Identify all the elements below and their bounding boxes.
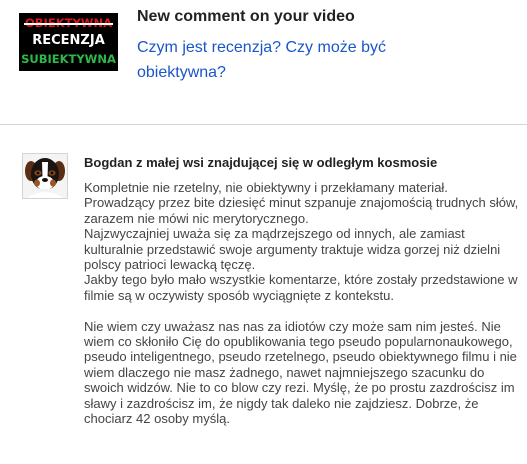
- thumbnail-text-recenzja: RECENZJA: [32, 33, 105, 48]
- thumbnail-text-subiektywna: SUBIEKTYWNA: [21, 52, 116, 66]
- video-title-link[interactable]: Czym jest recenzja? Czy może być obiekty…: [137, 35, 457, 85]
- thumbnail-text-obiektywna: OBIEKTYWNA: [19, 16, 118, 30]
- comment-paragraph-2: Nie wiem czy uważasz nas nas za idiotów …: [84, 318, 517, 427]
- comment-paragraph-1: Kompletnie nie rzetelny, nie obiektywny …: [84, 180, 519, 303]
- notification-title: New comment on your video: [137, 8, 355, 25]
- video-thumbnail[interactable]: OBIEKTYWNA RECENZJA SUBIEKTYWNA: [19, 13, 118, 71]
- comment-author[interactable]: Bogdan z małej wsi znajdującej się w odl…: [84, 155, 437, 170]
- section-divider: [0, 124, 527, 125]
- comment-body: Kompletnie nie rzetelny, nie obiektywny …: [84, 180, 521, 426]
- commenter-avatar[interactable]: [22, 153, 68, 199]
- bernese-dog-icon: [23, 154, 67, 198]
